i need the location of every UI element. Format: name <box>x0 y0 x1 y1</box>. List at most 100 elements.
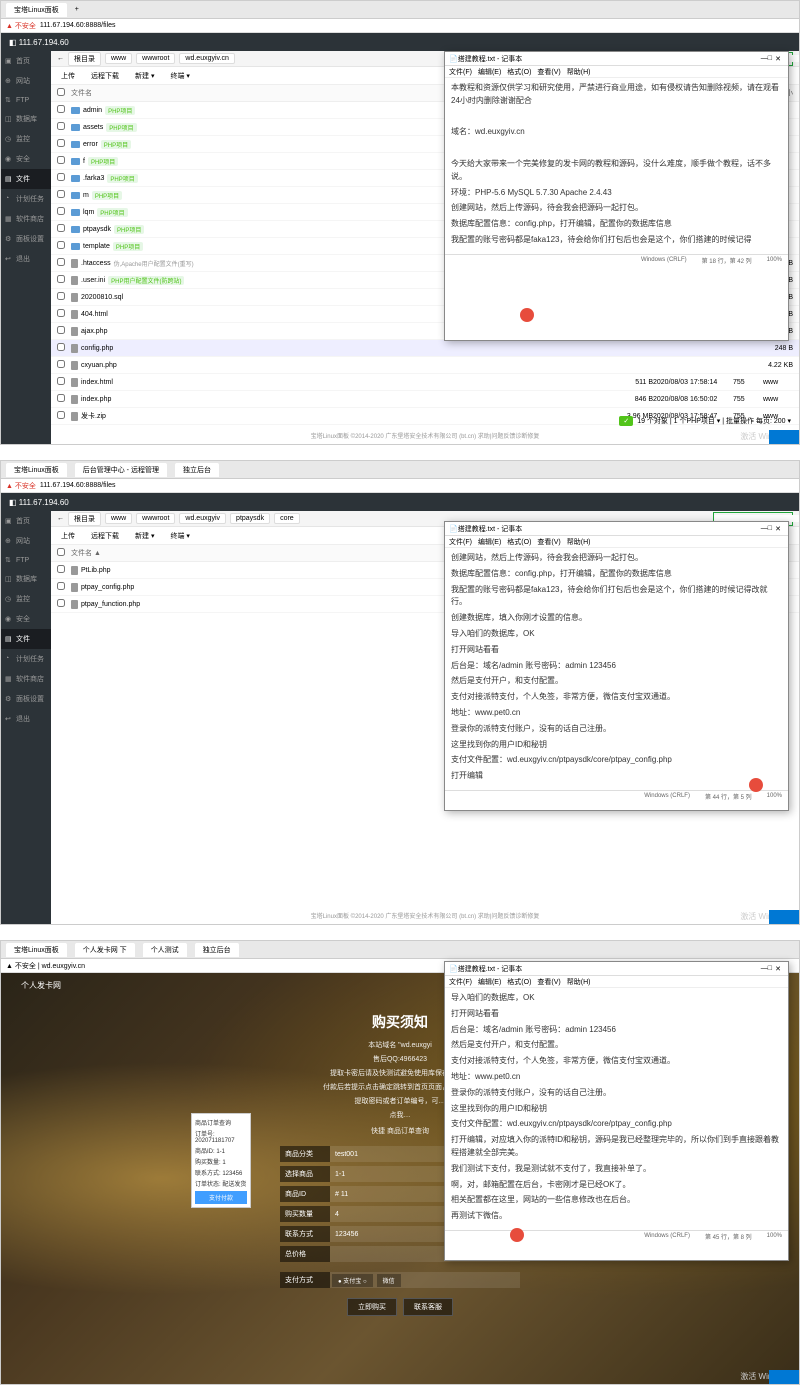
close-icon[interactable]: ✕ <box>772 965 784 973</box>
bc-5[interactable]: core <box>274 513 300 524</box>
address-bar[interactable]: ▲ 不安全 111.67.194.60:8888/files <box>1 19 799 33</box>
buy-btn[interactable]: 立即购买 <box>347 1298 397 1316</box>
sidebar-security[interactable]: ◉安全 <box>1 149 51 169</box>
sidebar-files[interactable]: ▤文件 <box>1 169 51 189</box>
browser-tab[interactable]: 宝塔Linux面板 <box>6 3 67 17</box>
popup-pay-btn[interactable]: 支付付款 <box>195 1191 247 1204</box>
close-icon[interactable]: ✕ <box>772 525 784 533</box>
sidebar-monitor[interactable]: ◷监控 <box>1 129 51 149</box>
taskbar[interactable] <box>769 1370 799 1384</box>
file-row[interactable]: cxyuan.php 4.22 KB <box>51 357 799 374</box>
insecure-icon: ▲ 不安全 <box>6 21 36 31</box>
sidebar-ftp[interactable]: ⇅FTP <box>1 551 51 569</box>
term-btn[interactable]: 终端 ▾ <box>166 70 193 82</box>
sidebar-soft[interactable]: ▦软件商店 <box>1 209 51 229</box>
minimize-icon[interactable]: — <box>761 55 768 62</box>
taskbar[interactable] <box>769 910 799 924</box>
close-icon[interactable]: ✕ <box>772 55 784 63</box>
sidebar-db[interactable]: ◫数据库 <box>1 109 51 129</box>
sidebar-settings[interactable]: ⚙面板设置 <box>1 229 51 249</box>
bc-wwwroot[interactable]: wwwroot <box>136 53 175 64</box>
file-row[interactable]: index.html 511 B 2020/08/03 17:58:14755w… <box>51 374 799 391</box>
browser-tab-2[interactable]: 后台管理中心 - 远程管理 <box>75 463 167 477</box>
sidebar-cron[interactable]: ◔计划任务 <box>1 189 51 209</box>
minimize-icon[interactable]: — <box>761 965 768 972</box>
menu-format[interactable]: 格式(O) <box>507 67 531 77</box>
brand[interactable]: 个人发卡网 <box>21 980 61 991</box>
menu-view[interactable]: 查看(V) <box>537 67 560 77</box>
sidebar-site[interactable]: ⊕网站 <box>1 71 51 91</box>
upload-btn[interactable]: 上传 <box>57 530 79 542</box>
bc-1[interactable]: www <box>105 513 132 524</box>
back-icon[interactable]: ← <box>57 515 64 522</box>
taskbar[interactable] <box>769 430 799 444</box>
bc-root[interactable]: 根目录 <box>68 512 101 526</box>
remote-btn[interactable]: 远程下载 <box>87 70 123 82</box>
bc-3[interactable]: wd.euxgyiv <box>179 513 226 524</box>
sidebar-monitor[interactable]: ◷监控 <box>1 589 51 609</box>
notepad-titlebar[interactable]: 📄 搭建教程.txt - 记事本 — □ ✕ <box>445 52 788 66</box>
check-all[interactable] <box>57 88 65 96</box>
back-icon[interactable]: ← <box>57 55 64 62</box>
sidebar-files[interactable]: ▤文件 <box>1 629 51 649</box>
sidebar-exit[interactable]: ↩退出 <box>1 249 51 269</box>
bc-4[interactable]: ptpaysdk <box>230 513 270 524</box>
file-row[interactable]: config.php 248 B <box>51 340 799 357</box>
tab-1[interactable]: 宝塔Linux面板 <box>6 943 67 957</box>
address-bar[interactable]: ▲ 不安全 111.67.194.60:8888/files <box>1 479 799 493</box>
menu-help[interactable]: 帮助(H) <box>567 67 591 77</box>
notepad-status: Windows (CRLF)第 44 行，第 5 列100% <box>445 790 788 802</box>
term-btn[interactable]: 终端 ▾ <box>166 530 193 542</box>
remote-btn[interactable]: 远程下载 <box>87 530 123 542</box>
sidebar-db[interactable]: ◫数据库 <box>1 569 51 589</box>
contact-btn[interactable]: 联系客服 <box>403 1298 453 1316</box>
bc-2[interactable]: wwwroot <box>136 513 175 524</box>
copyright: 宝塔Linux面板 ©2014-2020 广东堡塔安全技术有限公司 (bt.cn… <box>51 911 799 920</box>
file-icon <box>71 327 78 336</box>
file-icon <box>71 566 78 575</box>
pay-alipay[interactable]: ● 支付宝 ○ <box>332 1274 373 1287</box>
folder-icon <box>71 124 80 131</box>
sidebar-soft[interactable]: ▦软件商店 <box>1 669 51 689</box>
new-btn[interactable]: 新建 ▾ <box>131 530 158 542</box>
folder-icon <box>71 243 80 250</box>
menu-edit[interactable]: 编辑(E) <box>478 67 501 77</box>
cursor-marker <box>510 1228 524 1242</box>
tab-3[interactable]: 个人测试 <box>143 943 187 957</box>
url-text: 111.67.194.60:8888/files <box>40 22 116 29</box>
pay-wechat[interactable]: 微信 <box>377 1274 401 1287</box>
screenshot-2: 宝塔Linux面板 后台管理中心 - 远程管理 独立后台 ▲ 不安全 111.6… <box>0 460 800 925</box>
notepad-content[interactable]: 创建网站，然后上传源码，待会我会把源码一起打包。数据库配置信息：config.p… <box>445 548 788 790</box>
new-btn[interactable]: 新建 ▾ <box>131 70 158 82</box>
file-icon <box>71 361 78 370</box>
sidebar-cron[interactable]: ◔计划任务 <box>1 649 51 669</box>
pay-options: ● 支付宝 ○ 微信 <box>330 1272 520 1288</box>
menu-file[interactable]: 文件(F) <box>449 67 472 77</box>
tab-2[interactable]: 个人发卡网 下 <box>75 943 135 957</box>
screenshot-3: 宝塔Linux面板 个人发卡网 下 个人测试 独立后台 ▲ 不安全 | wd.e… <box>0 940 800 1385</box>
notepad-content[interactable]: 本教程和资源仅供学习和研究使用，严禁进行商业用途，如有侵权请告知删除视频，请在观… <box>445 78 788 254</box>
tab-4[interactable]: 独立后台 <box>195 943 239 957</box>
browser-tab-3[interactable]: 独立后台 <box>175 463 219 477</box>
check-all[interactable] <box>57 548 65 556</box>
minimize-icon[interactable]: — <box>761 525 768 532</box>
notepad-titlebar[interactable]: 📄 搭建教程.txt - 记事本 — □ ✕ <box>445 962 788 976</box>
notepad-content[interactable]: 导入咱们的数据库，OK打开网站看看后台是：域名/admin 账号密码：admin… <box>445 988 788 1230</box>
sidebar-site[interactable]: ⊕网站 <box>1 531 51 551</box>
new-tab-icon[interactable]: + <box>75 6 79 13</box>
sidebar-home[interactable]: ▣首页 <box>1 51 51 71</box>
bc-www[interactable]: www <box>105 53 132 64</box>
bc-root[interactable]: 根目录 <box>68 52 101 66</box>
file-row[interactable]: index.php 846 B 2020/08/08 16:50:02755ww… <box>51 391 799 408</box>
sidebar-security[interactable]: ◉安全 <box>1 609 51 629</box>
bc-site[interactable]: wd.euxgyiv.cn <box>179 53 234 64</box>
sidebar-home[interactable]: ▣首页 <box>1 511 51 531</box>
file-icon <box>71 378 78 387</box>
upload-btn[interactable]: 上传 <box>57 70 79 82</box>
sidebar-exit[interactable]: ↩退出 <box>1 709 51 729</box>
sidebar-ftp[interactable]: ⇅FTP <box>1 91 51 109</box>
notepad-titlebar[interactable]: 📄 搭建教程.txt - 记事本 — □ ✕ <box>445 522 788 536</box>
notepad-icon: 📄 <box>449 525 458 533</box>
sidebar-settings[interactable]: ⚙面板设置 <box>1 689 51 709</box>
browser-tab-1[interactable]: 宝塔Linux面板 <box>6 463 67 477</box>
